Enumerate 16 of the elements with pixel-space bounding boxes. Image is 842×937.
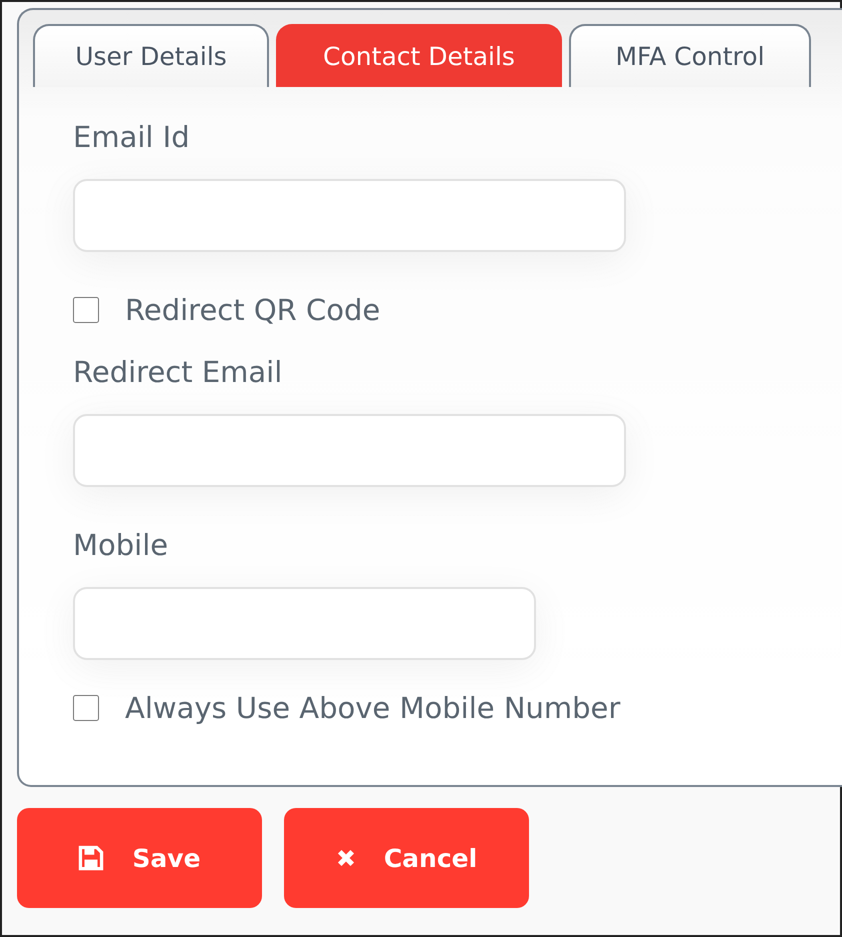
input-field[interactable] (73, 414, 626, 487)
checkbox-label: Redirect QR Code (125, 293, 380, 327)
close-icon (336, 848, 356, 868)
tab[interactable]: Contact Details (276, 24, 562, 87)
checkbox[interactable] (73, 695, 99, 721)
tab[interactable]: User Details (33, 24, 269, 87)
tab[interactable]: MFA Control (569, 24, 811, 87)
field-label: Redirect Email (73, 354, 282, 391)
input-field[interactable] (73, 179, 626, 252)
save-button[interactable]: Save (17, 808, 262, 908)
field-label: Mobile (73, 527, 168, 564)
input-field[interactable] (73, 587, 536, 660)
cancel-button[interactable]: Cancel (284, 808, 529, 908)
checkbox-label: Always Use Above Mobile Number (125, 691, 620, 725)
field-label: Email Id (73, 119, 190, 156)
checkbox[interactable] (73, 297, 99, 323)
